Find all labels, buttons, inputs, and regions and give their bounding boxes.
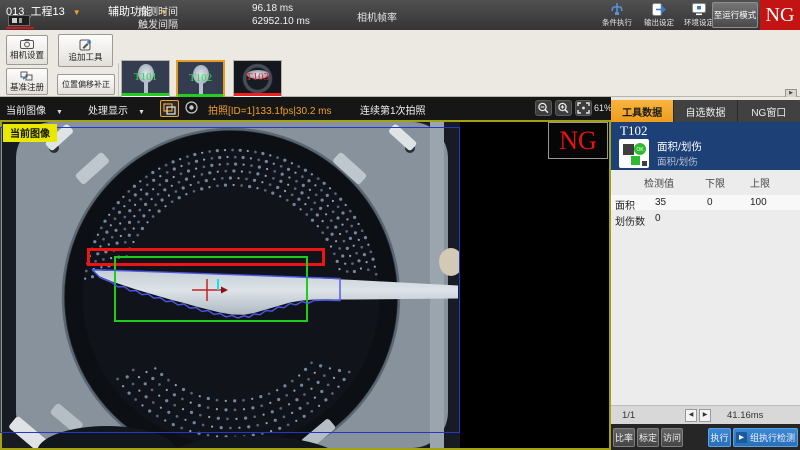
row-high: 100 [750,197,767,208]
camera-fps-label: 相机帧率 [357,9,397,24]
row-low: 0 [707,197,713,208]
camera-icon [183,100,200,115]
global-ng-badge: NG [760,0,800,30]
data-tabs: 工具数据 自选数据 NG窗口 [611,100,800,122]
chevron-down-icon: ▼ [73,8,81,17]
play-icon: ▶ [736,432,747,443]
col-header-low: 下限 [705,175,725,190]
tool-type-icon: OK [619,139,649,168]
group-execute-label: 组执行检测 [750,431,795,444]
overlay-display-toggle[interactable] [160,100,179,117]
chevron-down-icon: ▼ [56,109,63,116]
display-mode-label: 处理显示 [88,106,128,117]
display-mode-select[interactable]: 处理显示 ▼ [88,102,145,117]
col-header-high: 上限 [750,175,770,190]
selected-tool-subname: 面积/划伤 [657,154,698,168]
row-value: 0 [655,213,661,224]
tools-row: 相机设置 基准注册 追加工具 位置偏移补正 T10 [0,30,800,97]
capture-status: 连续第1次拍照 [360,102,426,117]
reference-register-label: 基准注册 [10,81,44,93]
output-arrow-icon [651,2,667,17]
zoom-out-icon [536,101,551,115]
layers-icon [161,101,178,116]
camera-view-button[interactable] [183,100,202,117]
camera-settings-label: 相机设置 [10,49,44,61]
selected-tool-name: 面积/划伤 [657,139,702,154]
execute-button[interactable]: 执行 [708,428,731,447]
prev-page-button[interactable]: ◀ [685,409,697,422]
tool-id: T103 [234,61,281,93]
result-ng-box: NG [548,122,608,159]
ratio-button[interactable]: 比率 [613,428,635,447]
table-row [611,195,800,210]
tab-ng-window[interactable]: NG窗口 [737,100,800,122]
svg-text:OK: OK [636,147,644,153]
condition-exec-button[interactable]: 条件执行 [598,2,636,28]
vision-inspection-app: 013_工程13▼ 辅助功能▼ 检测时间 触发间隔 96.18 ms 62952… [0,0,800,450]
tool-id: T102 [178,62,223,94]
tool-id: T101 [122,61,169,93]
row-label: 面积 [615,197,635,212]
add-tool-label: 追加工具 [68,51,102,63]
calibrate-button[interactable]: 标定 [637,428,659,447]
reference-register-button[interactable]: 基准注册 [6,68,48,95]
access-button[interactable]: 访问 [661,428,683,447]
group-execute-button[interactable]: ▶ 组执行检测 [733,428,798,447]
tab-custom-data[interactable]: 自选数据 [673,100,736,122]
right-panel: 工具数据 自选数据 NG窗口 T102 OK 面积/划伤 面积/划伤 检测值 下… [611,97,800,450]
detect-time-value: 96.18 ms [252,3,293,14]
tab-tool-data[interactable]: 工具数据 [611,100,673,122]
selected-tool-id: T102 [620,123,647,139]
camera-select-icon[interactable] [8,15,30,26]
exec-time: 41.16ms [727,410,763,421]
result-pagination: 1/1 ◀ ▶ 41.16ms [611,405,800,424]
trigger-interval-value: 62952.10 ms [252,16,310,27]
col-header-value: 检测值 [644,175,674,190]
contour-overlay [2,122,460,448]
current-image-select[interactable]: 当前图像 ▼ [6,102,63,117]
condition-exec-label: 条件执行 [598,17,636,28]
fit-view-button[interactable] [575,100,592,116]
camera-icon [20,39,34,49]
run-mode-button[interactable]: 至运行模式 [712,2,758,28]
add-tool-button[interactable]: 追加工具 [58,34,113,67]
tool-thumbnail: T102 [178,62,223,94]
current-image-tag: 当前图像 [3,124,57,142]
selected-tool-header: T102 OK 面积/划伤 面积/划伤 [611,122,800,170]
tool-thumbnail: T101 [122,61,169,93]
chevron-down-icon: ▼ [138,109,145,116]
image-viewer[interactable]: 当前图像 NG [0,120,611,450]
output-settings-button[interactable]: 输出设定 [640,2,678,28]
zoom-out-button[interactable] [535,100,552,116]
capture-info: 拍照[ID=1]133.1fps|30.2 ms [208,102,332,117]
tool-thumbnail: T103 [234,61,281,93]
top-bar: 013_工程13▼ 辅助功能▼ 检测时间 触发间隔 96.18 ms 62952… [0,0,800,30]
zoom-level: 61% [594,103,612,113]
next-page-button[interactable]: ▶ [699,409,711,422]
current-image-label: 当前图像 [6,106,46,117]
pen-plus-icon [79,39,92,51]
fit-screen-icon [576,101,591,115]
zoom-in-button[interactable] [555,100,572,116]
row-label: 划伤数 [615,213,645,228]
camera-settings-button[interactable]: 相机设置 [6,35,48,65]
monitor-icon [691,2,707,17]
action-bar: 比率 标定 访问 执行 ▶ 组执行检测 [611,424,800,450]
position-offset-button[interactable]: 位置偏移补正 [57,74,115,95]
page-indicator: 1/1 [622,410,635,421]
clamp-icon [609,2,625,17]
result-ng-text: NG [559,126,597,156]
camera-status-underline [6,27,34,29]
reference-icon [20,71,34,81]
row-value: 35 [655,197,666,208]
image-toolbar: 当前图像 ▼ 处理显示 ▼ 拍照[ID=1]133.1fps|30.2 ms 连续第… [0,97,611,120]
trigger-interval-label: 触发间隔 [138,16,178,31]
output-settings-label: 输出设定 [640,17,678,28]
position-offset-label: 位置偏移补正 [62,79,110,90]
crosshair-marker [192,279,228,301]
zoom-in-icon [556,101,571,115]
